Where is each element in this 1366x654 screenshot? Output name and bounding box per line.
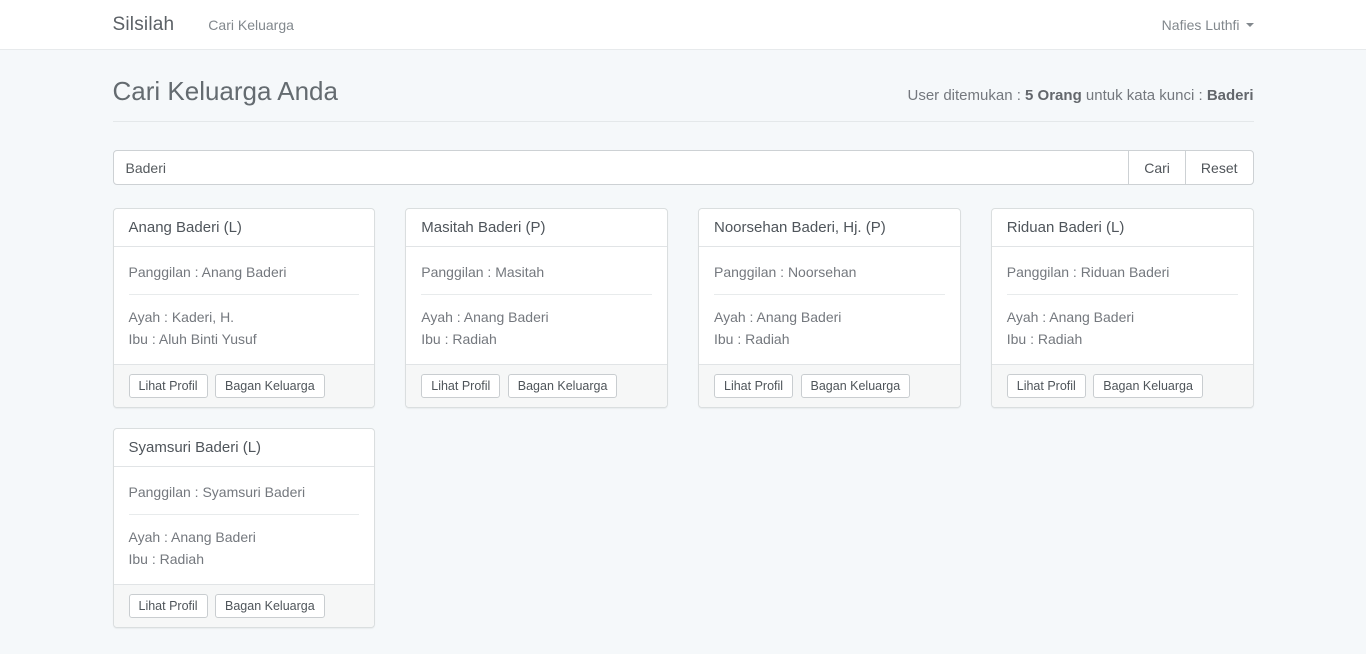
- search-input[interactable]: [113, 150, 1130, 185]
- person-card-body: Panggilan : Noorsehan Ayah : Anang Bader…: [699, 247, 960, 364]
- person-card-footer: Lihat Profil Bagan Keluarga: [406, 364, 667, 407]
- person-father: Ayah : Anang Baderi: [129, 526, 360, 548]
- person-card: Noorsehan Baderi, Hj. (P) Panggilan : No…: [683, 208, 976, 428]
- result-summary-prefix: User ditemukan :: [908, 87, 1026, 104]
- lihat-profil-button[interactable]: Lihat Profil: [129, 594, 208, 618]
- person-card-body: Panggilan : Riduan Baderi Ayah : Anang B…: [992, 247, 1253, 364]
- lihat-profil-button[interactable]: Lihat Profil: [129, 374, 208, 398]
- person-card-title: Syamsuri Baderi (L): [114, 429, 375, 467]
- divider: [421, 294, 652, 295]
- person-card-footer: Lihat Profil Bagan Keluarga: [699, 364, 960, 407]
- person-father: Ayah : Anang Baderi: [714, 306, 945, 328]
- nav-item-cari-keluarga[interactable]: Cari Keluarga: [208, 17, 294, 33]
- navbar: Silsilah Cari Keluarga Nafies Luthfi: [0, 0, 1366, 50]
- person-mother: Ibu : Radiah: [1007, 328, 1238, 350]
- lihat-profil-button[interactable]: Lihat Profil: [714, 374, 793, 398]
- person-nickname: Panggilan : Syamsuri Baderi: [129, 481, 360, 503]
- person-father: Ayah : Anang Baderi: [421, 306, 652, 328]
- bagan-keluarga-button[interactable]: Bagan Keluarga: [215, 374, 325, 398]
- person-card: Anang Baderi (L) Panggilan : Anang Bader…: [98, 208, 391, 428]
- divider: [129, 514, 360, 515]
- reset-button[interactable]: Reset: [1185, 150, 1254, 185]
- bagan-keluarga-button[interactable]: Bagan Keluarga: [508, 374, 618, 398]
- page-title: Cari Keluarga Anda: [113, 76, 338, 107]
- person-mother: Ibu : Aluh Binti Yusuf: [129, 328, 360, 350]
- person-card-body: Panggilan : Masitah Ayah : Anang Baderi …: [406, 247, 667, 364]
- person-card-title: Anang Baderi (L): [114, 209, 375, 247]
- lihat-profil-button[interactable]: Lihat Profil: [421, 374, 500, 398]
- person-nickname: Panggilan : Noorsehan: [714, 261, 945, 283]
- person-card-footer: Lihat Profil Bagan Keluarga: [114, 364, 375, 407]
- result-summary: User ditemukan : 5 Orang untuk kata kunc…: [908, 87, 1254, 104]
- person-father: Ayah : Anang Baderi: [1007, 306, 1238, 328]
- divider: [129, 294, 360, 295]
- person-card-body: Panggilan : Syamsuri Baderi Ayah : Anang…: [114, 467, 375, 584]
- person-card-body: Panggilan : Anang Baderi Ayah : Kaderi, …: [114, 247, 375, 364]
- divider: [1007, 294, 1238, 295]
- person-card: Masitah Baderi (P) Panggilan : Masitah A…: [390, 208, 683, 428]
- person-mother: Ibu : Radiah: [421, 328, 652, 350]
- lihat-profil-button[interactable]: Lihat Profil: [1007, 374, 1086, 398]
- cari-button[interactable]: Cari: [1128, 150, 1186, 185]
- main-content: Cari Keluarga Anda User ditemukan : 5 Or…: [113, 76, 1254, 648]
- person-nickname: Panggilan : Masitah: [421, 261, 652, 283]
- user-name: Nafies Luthfi: [1162, 17, 1240, 33]
- person-card-footer: Lihat Profil Bagan Keluarga: [992, 364, 1253, 407]
- person-card: Syamsuri Baderi (L) Panggilan : Syamsuri…: [98, 428, 391, 648]
- person-nickname: Panggilan : Riduan Baderi: [1007, 261, 1238, 283]
- person-card-footer: Lihat Profil Bagan Keluarga: [114, 584, 375, 627]
- person-mother: Ibu : Radiah: [129, 548, 360, 570]
- user-dropdown[interactable]: Nafies Luthfi: [1162, 17, 1254, 33]
- search-form: Cari Reset: [113, 150, 1254, 185]
- results-grid: Anang Baderi (L) Panggilan : Anang Bader…: [98, 208, 1269, 648]
- bagan-keluarga-button[interactable]: Bagan Keluarga: [215, 594, 325, 618]
- bagan-keluarga-button[interactable]: Bagan Keluarga: [1093, 374, 1203, 398]
- result-summary-middle: untuk kata kunci :: [1082, 87, 1207, 104]
- page-header: Cari Keluarga Anda User ditemukan : 5 Or…: [113, 76, 1254, 122]
- person-nickname: Panggilan : Anang Baderi: [129, 261, 360, 283]
- person-card: Riduan Baderi (L) Panggilan : Riduan Bad…: [976, 208, 1269, 428]
- person-father: Ayah : Kaderi, H.: [129, 306, 360, 328]
- person-card-title: Masitah Baderi (P): [406, 209, 667, 247]
- result-count: 5 Orang: [1025, 87, 1082, 104]
- divider: [714, 294, 945, 295]
- caret-down-icon: [1246, 23, 1254, 27]
- result-keyword: Baderi: [1207, 87, 1254, 104]
- brand-link[interactable]: Silsilah: [113, 14, 175, 36]
- person-mother: Ibu : Radiah: [714, 328, 945, 350]
- person-card-title: Riduan Baderi (L): [992, 209, 1253, 247]
- person-card-title: Noorsehan Baderi, Hj. (P): [699, 209, 960, 247]
- bagan-keluarga-button[interactable]: Bagan Keluarga: [801, 374, 911, 398]
